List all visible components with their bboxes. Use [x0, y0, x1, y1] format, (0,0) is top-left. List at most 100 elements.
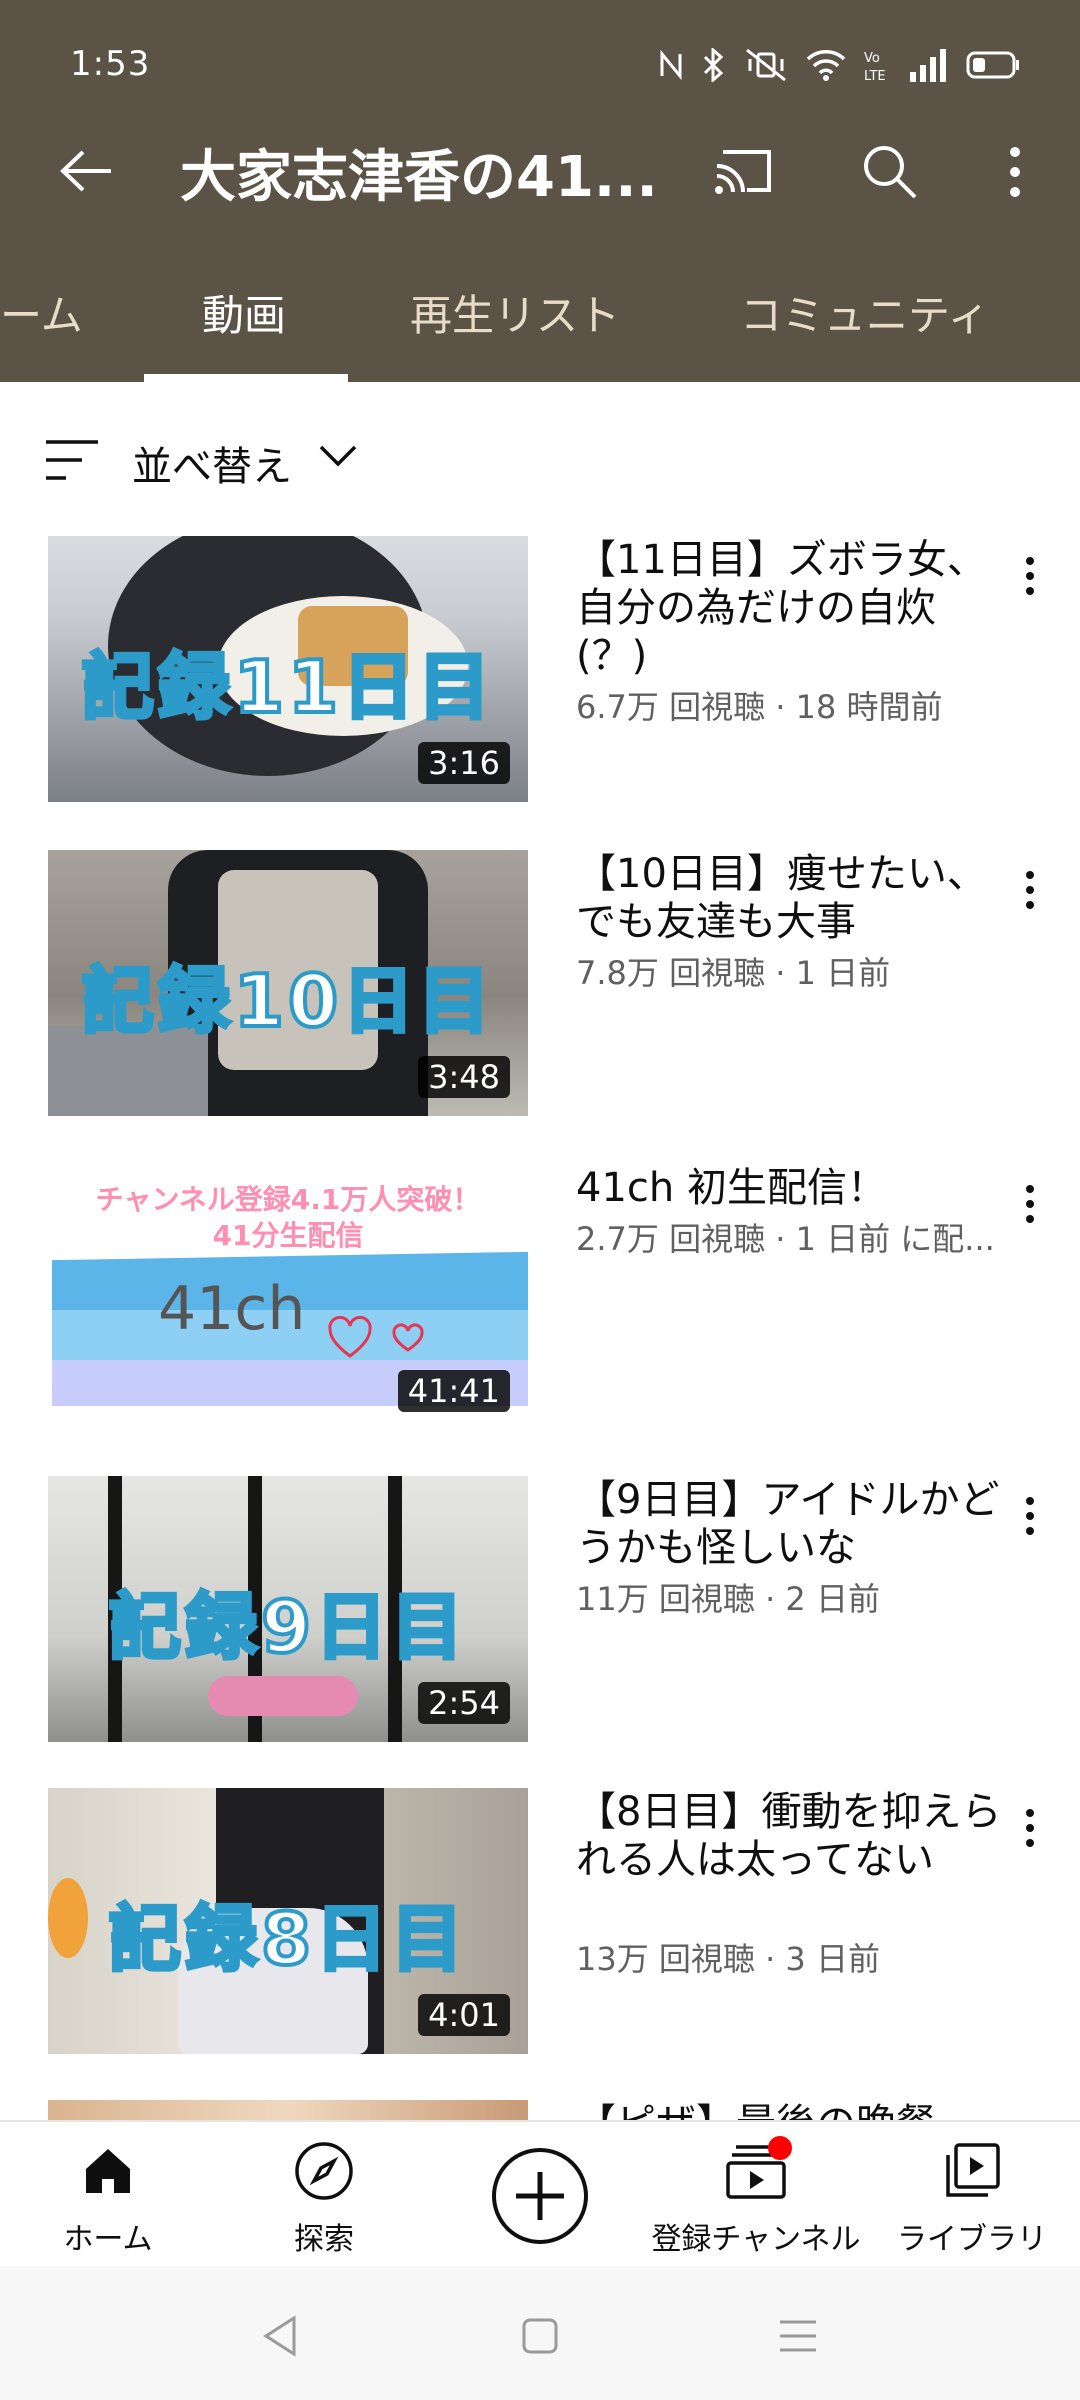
tab-playlists[interactable]: 再生リスト — [410, 282, 620, 343]
video-meta: 6.7万 回視聴 · 18 時間前 — [576, 688, 943, 726]
search-icon — [864, 146, 917, 199]
more-vert-icon — [1010, 147, 1020, 197]
nav-home-label: ホーム — [63, 2222, 153, 2257]
thumbnail-caption: チャンネル登録4.1万人突破！ — [95, 1183, 481, 1216]
thumbnail-figure — [208, 1676, 358, 1716]
bottom-navigation: ホーム 探索 登録チャンネル ライブラリ — [0, 2120, 1080, 2266]
svg-text:Vo: Vo — [864, 51, 880, 66]
video-duration: 41:41 — [397, 1370, 510, 1412]
more-vert-icon — [1026, 1185, 1034, 1223]
home-icon — [86, 2149, 130, 2193]
system-back-button[interactable] — [250, 2306, 310, 2366]
video-meta: 7.8万 回視聴 · 1 日前 — [576, 954, 891, 992]
system-home-button[interactable] — [510, 2306, 570, 2366]
sort-button[interactable]: 並べ替え — [0, 420, 1080, 500]
bluetooth-icon — [703, 48, 724, 82]
video-meta: 13万 回視聴 · 3 日前 — [576, 1940, 880, 1978]
video-title[interactable]: 【11日目】ズボラ女、自分の為だけの自炊(？) — [576, 536, 1006, 680]
cast-button[interactable] — [705, 136, 785, 206]
video-thumbnail[interactable]: チャンネル登録4.1万人突破！ 41分生配信 41ch 41:41 — [48, 1164, 528, 1430]
thumbnail-overlay-text: 記録9日目 — [107, 1583, 468, 1671]
nav-subscriptions[interactable]: 登録チャンネル — [646, 2136, 866, 2258]
thumbnail-overlay-text: 記録10日目 — [80, 957, 495, 1045]
video-item[interactable]: 【ピザ】最後の晩餐 — [0, 2100, 1080, 2120]
video-item[interactable]: チャンネル登録4.1万人突破！ 41分生配信 41ch 41:41 41ch 初… — [0, 1164, 1080, 1434]
tab-active-indicator — [144, 374, 348, 382]
video-more-button[interactable] — [1010, 1486, 1050, 1546]
wifi-icon — [806, 50, 846, 81]
video-title[interactable]: 【ピザ】最後の晩餐 — [576, 2100, 1006, 2120]
nav-explore-label: 探索 — [294, 2222, 354, 2257]
back-arrow-icon — [60, 150, 111, 192]
video-duration: 4:01 — [418, 1994, 510, 2036]
video-title[interactable]: 【10日目】痩せたい、でも友達も大事 — [576, 850, 1006, 946]
square-home-icon — [522, 2318, 558, 2354]
video-title[interactable]: 【9日目】アイドルかどうかも怪しいな — [576, 1476, 1006, 1572]
video-duration: 3:16 — [418, 742, 510, 784]
nav-library-label: ライブラリ — [897, 2222, 1047, 2257]
library-icon — [946, 2143, 1000, 2197]
sort-label: 並べ替え — [132, 444, 292, 490]
cast-icon — [715, 150, 771, 194]
create-icon — [492, 2148, 588, 2244]
status-time: 1:53 — [70, 44, 151, 84]
tab-videos[interactable]: 動画 — [202, 282, 286, 343]
battery-icon — [966, 51, 1019, 79]
sort-icon — [46, 440, 98, 480]
video-thumbnail[interactable]: 記録8日目 4:01 — [48, 1788, 528, 2054]
video-more-button[interactable] — [1010, 1174, 1050, 1234]
system-navigation-bar — [0, 2266, 1080, 2400]
thumbnail-overlay-text: 記録8日目 — [107, 1895, 468, 1983]
vibrate-mute-icon — [746, 48, 786, 82]
heart-icon — [328, 1316, 424, 1358]
search-button[interactable] — [850, 132, 930, 212]
video-thumbnail[interactable] — [48, 2100, 528, 2120]
video-item[interactable]: 記録10日目 3:48 【10日目】痩せたい、でも友達も大事 7.8万 回視聴 … — [0, 850, 1080, 1120]
tab-home[interactable]: ーム — [0, 282, 83, 343]
video-meta: 2.7万 回視聴 · 1 日前 に配... — [576, 1220, 995, 1258]
system-menu-button[interactable] — [768, 2306, 828, 2366]
video-more-button[interactable] — [1010, 860, 1050, 920]
video-duration: 3:48 — [418, 1056, 510, 1098]
video-item[interactable]: 記録11日目 3:16 【11日目】ズボラ女、自分の為だけの自炊(？) 6.7万… — [0, 536, 1080, 806]
video-thumbnail[interactable]: 記録11日目 3:16 — [48, 536, 528, 802]
channel-title: 大家志津香の41... — [180, 145, 658, 210]
triangle-back-icon — [263, 2315, 296, 2357]
thumbnail-logo: 41ch — [158, 1274, 306, 1344]
nav-subscriptions-label: 登録チャンネル — [651, 2222, 861, 2257]
video-more-button[interactable] — [1010, 1798, 1050, 1858]
app-bar: 大家志津香の41... — [0, 96, 1080, 246]
back-button[interactable] — [50, 136, 120, 206]
video-meta: 11万 回視聴 · 2 日前 — [576, 1580, 880, 1618]
video-item[interactable]: 記録9日目 2:54 【9日目】アイドルかどうかも怪しいな 11万 回視聴 · … — [0, 1476, 1080, 1746]
nav-library[interactable]: ライブラリ — [862, 2136, 1080, 2258]
video-title[interactable]: 【8日目】衝動を抑えられる人は太ってない — [576, 1788, 1006, 1884]
more-vert-icon — [1026, 557, 1034, 595]
create-button[interactable] — [490, 2146, 590, 2246]
status-icons: Vo LTE — [658, 48, 1020, 82]
tab-community[interactable]: コミュニティ — [740, 282, 989, 343]
explore-icon — [295, 2142, 353, 2200]
more-vert-icon — [1026, 1809, 1034, 1847]
channel-tabs: ーム 動画 再生リスト コミュニティ — [0, 246, 1080, 382]
status-bar: 1:53 Vo LTE — [0, 0, 1080, 96]
nav-explore[interactable]: 探索 — [214, 2136, 434, 2258]
video-duration: 2:54 — [418, 1682, 510, 1724]
menu-icon — [780, 2320, 816, 2352]
more-vert-icon — [1026, 1497, 1034, 1535]
signal-icon — [910, 49, 946, 82]
more-vert-icon — [1026, 871, 1034, 909]
more-options-button[interactable] — [990, 132, 1040, 212]
thumbnail-overlay-text: 記録11日目 — [80, 643, 495, 731]
video-title[interactable]: 41ch 初生配信！ — [576, 1164, 1006, 1212]
video-thumbnail[interactable]: 記録10日目 3:48 — [48, 850, 528, 1116]
video-more-button[interactable] — [1010, 546, 1050, 606]
chevron-down-icon — [319, 445, 357, 467]
video-item[interactable]: 記録8日目 4:01 【8日目】衝動を抑えられる人は太ってない 13万 回視聴 … — [0, 1788, 1080, 2058]
notification-dot — [768, 2136, 792, 2160]
video-thumbnail[interactable]: 記録9日目 2:54 — [48, 1476, 528, 1742]
nfc-icon — [660, 50, 682, 80]
nav-home[interactable]: ホーム — [0, 2136, 218, 2258]
volte-icon: Vo LTE — [864, 51, 886, 82]
svg-text:LTE: LTE — [864, 69, 886, 82]
